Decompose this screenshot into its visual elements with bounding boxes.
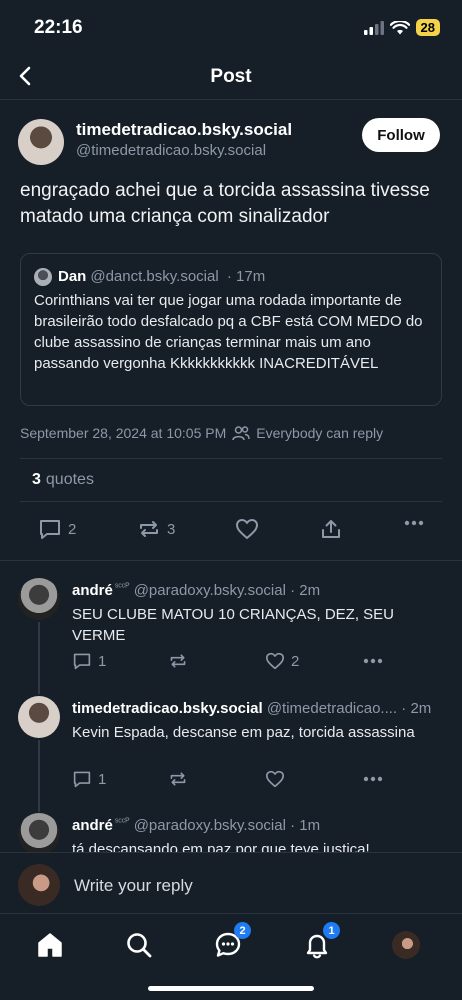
heart-icon <box>266 770 284 788</box>
like-button[interactable]: 2 <box>265 652 299 670</box>
repost-button[interactable] <box>168 652 188 670</box>
quotes-count: 3 <box>32 471 41 488</box>
reply-author-name: andré <box>72 582 113 599</box>
like-count: 2 <box>291 652 300 670</box>
reply-author-handle: @paradoxy.bsky.social <box>133 582 286 599</box>
repost-count: 3 <box>167 520 176 538</box>
reply-author-name: timedetradicao.bsky.social <box>72 700 263 717</box>
repost-icon <box>140 521 158 537</box>
more-options-button[interactable] <box>363 658 383 664</box>
status-time: 22:16 <box>34 17 83 38</box>
tab-chat[interactable]: 2 <box>211 922 251 962</box>
wifi-icon <box>389 20 410 34</box>
author-avatar[interactable] <box>18 119 64 165</box>
home-icon <box>38 933 62 957</box>
home-indicator <box>148 986 314 991</box>
repost-button[interactable]: 3 <box>137 518 175 540</box>
post-text: engraçado achei que a torcida assassina … <box>20 180 430 227</box>
quotes-label: quotes <box>45 471 94 488</box>
compose-reply-bar[interactable]: Write your reply <box>0 852 462 914</box>
reply-header: andré ˢᶜᶜᴾ @paradoxy.bsky.social · 1m <box>72 817 452 834</box>
quote-author-avatar <box>34 268 52 286</box>
tab-search[interactable] <box>122 928 156 962</box>
reply-author-handle: @timedetradicao.... <box>266 700 398 717</box>
tab-profile[interactable] <box>389 928 423 962</box>
status-icons: 28 <box>363 19 440 36</box>
author-name[interactable]: timedetradicao.bsky.social <box>76 120 292 140</box>
reply-button[interactable]: 2 <box>38 518 76 540</box>
share-button[interactable] <box>320 518 342 540</box>
reply-item[interactable]: andré ˢᶜᶜᴾ @paradoxy.bsky.social · 1m tá … <box>0 813 462 852</box>
reply-avatar[interactable] <box>18 813 60 852</box>
thread-line <box>38 740 40 812</box>
reply-button[interactable]: 1 <box>72 770 106 788</box>
chat-badge: 2 <box>234 922 251 939</box>
reply-header: timedetradicao.bsky.social @timedetradic… <box>72 700 452 717</box>
like-button[interactable] <box>235 518 259 540</box>
author-handle[interactable]: @timedetradicao.bsky.social <box>76 142 266 159</box>
repost-icon <box>170 772 186 786</box>
comment-icon <box>73 653 91 670</box>
repost-icon <box>170 654 186 668</box>
reply-header: andré ˢᶜᶜᴾ @paradoxy.bsky.social · 2m <box>72 582 452 599</box>
quote-header: Dan @danct.bsky.social · 17m <box>58 268 265 285</box>
reply-author-handle: @paradoxy.bsky.social <box>133 817 286 834</box>
follow-button[interactable]: Follow <box>362 118 440 152</box>
post-meta: September 28, 2024 at 10:05 PM Everybody… <box>20 425 383 441</box>
reply-time: · 2m <box>290 582 321 599</box>
quote-time: · 17m <box>226 268 266 285</box>
heart-icon <box>236 519 258 539</box>
reply-text: Kevin Espada, descanse em paz, torcida a… <box>72 724 415 741</box>
reply-input[interactable]: Write your reply <box>74 876 193 896</box>
page-title: Post <box>210 66 252 87</box>
post-timestamp: September 28, 2024 at 10:05 PM <box>20 425 227 441</box>
bottom-nav: 2 1 <box>0 914 462 1000</box>
reply-author-name-suffix: ˢᶜᶜᴾ <box>114 817 130 828</box>
reply-avatar[interactable] <box>18 578 60 620</box>
reply-time: · 2m <box>401 700 432 717</box>
heart-icon <box>266 652 284 670</box>
reply-author-name-suffix: ˢᶜᶜᴾ <box>114 582 130 593</box>
reply-text: SEU CLUBE MATOU 10 CRIANÇAS, DEZ, SEU VE… <box>72 606 395 644</box>
quotes-count-row[interactable]: 3 quotes <box>20 458 442 502</box>
nav-header: Post <box>0 54 462 100</box>
notifications-badge: 1 <box>323 922 340 939</box>
reply-button[interactable]: 1 <box>72 652 106 670</box>
quote-author-handle: @danct.bsky.social <box>90 268 219 285</box>
profile-avatar <box>392 931 420 959</box>
more-dots-icon <box>404 520 424 526</box>
like-button[interactable] <box>265 770 285 788</box>
quote-author-name: Dan <box>58 268 87 285</box>
comment-icon <box>40 520 60 539</box>
more-options-button[interactable] <box>363 776 383 782</box>
more-options-button[interactable] <box>404 520 424 526</box>
reply-count: 1 <box>98 652 107 670</box>
tab-home[interactable] <box>33 928 67 962</box>
repost-button[interactable] <box>168 770 188 788</box>
status-bar: 22:16 28 <box>0 0 462 54</box>
search-icon <box>127 933 152 958</box>
more-dots-icon <box>363 658 383 664</box>
reply-time: · 1m <box>290 817 321 834</box>
comment-icon <box>73 771 91 788</box>
share-icon <box>322 520 340 538</box>
people-icon <box>232 426 250 441</box>
tab-notifications[interactable]: 1 <box>300 922 340 962</box>
reply-count: 2 <box>68 520 77 538</box>
thread-line <box>38 622 40 694</box>
reply-author-name: andré <box>72 817 113 834</box>
reply-text: tá descansando em paz por que teve justi… <box>72 841 370 852</box>
reply-setting: Everybody can reply <box>256 425 384 441</box>
reply-avatar[interactable] <box>18 696 60 738</box>
reply-count: 1 <box>98 770 107 788</box>
quoted-post[interactable]: Dan @danct.bsky.social · 17m Corinthians … <box>20 253 442 406</box>
divider <box>0 560 462 561</box>
battery-icon: 28 <box>415 19 440 36</box>
quote-text: Corinthians vai ter que jogar uma rodada… <box>34 292 423 372</box>
cellular-signal-icon <box>363 20 384 35</box>
my-avatar <box>18 864 60 906</box>
more-dots-icon <box>363 776 383 782</box>
